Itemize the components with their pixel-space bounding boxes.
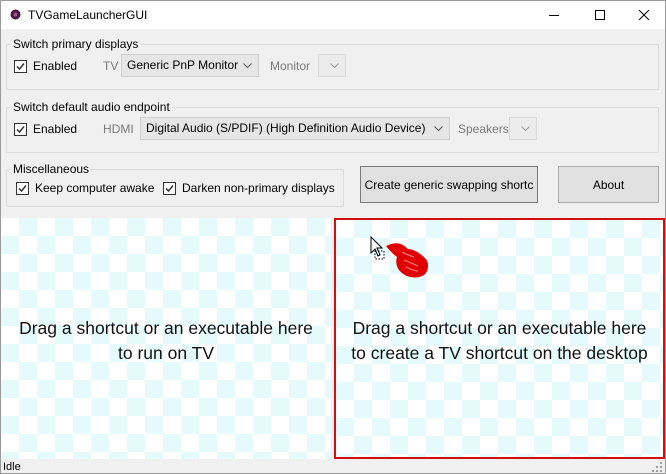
create-shortcut-instructions: Drag a shortcut or an executable here to…	[336, 316, 663, 366]
close-button[interactable]	[621, 1, 665, 29]
hdmi-audio-value: Digital Audio (S/PDIF) (High Definition …	[146, 121, 426, 135]
audio-enabled-checkbox[interactable]	[14, 123, 27, 136]
pointing-hand-icon	[386, 243, 429, 278]
monitor-label: Monitor	[270, 59, 311, 73]
darken-displays-label: Darken non-primary displays	[182, 181, 335, 195]
minimize-button[interactable]	[531, 1, 577, 29]
run-on-tv-instructions: Drag a shortcut or an executable here to…	[1, 316, 331, 366]
audio-enabled-label: Enabled	[33, 122, 78, 136]
close-icon	[639, 10, 649, 20]
chevron-down-icon	[243, 63, 252, 69]
hdmi-audio-select[interactable]: Digital Audio (S/PDIF) (High Definition …	[140, 117, 450, 140]
displays-enabled-label: Enabled	[33, 59, 78, 73]
tv-display-value: Generic PnP Monitor	[127, 58, 239, 72]
maximize-button[interactable]	[577, 1, 623, 29]
keep-awake-checkbox[interactable]	[16, 182, 29, 195]
speakers-label: Speakers	[458, 122, 509, 136]
window-title: TVGameLauncherGUI	[28, 8, 148, 22]
about-button[interactable]: About	[558, 166, 659, 203]
audio-group-label: Switch default audio endpoint	[11, 100, 172, 115]
checkmark-icon	[16, 63, 25, 71]
resize-grip-icon[interactable]	[652, 462, 663, 473]
status-bar: Idle	[1, 459, 665, 473]
checkmark-icon	[165, 185, 174, 193]
minimize-icon	[549, 15, 559, 16]
darken-displays-checkbox[interactable]	[163, 182, 176, 195]
displays-enabled-checkbox[interactable]	[14, 60, 27, 73]
gamepad-icon	[9, 8, 22, 21]
maximize-icon	[595, 10, 605, 20]
create-shortcut-button[interactable]: Create generic swapping shortc	[360, 166, 538, 203]
speakers-audio-select[interactable]	[509, 117, 537, 140]
title-bar[interactable]: TVGameLauncherGUI	[1, 1, 665, 29]
chevron-down-icon	[521, 126, 530, 132]
chevron-down-icon	[434, 126, 443, 132]
create-shortcut-line2: to create a TV shortcut on the desktop	[351, 343, 648, 363]
checkmark-icon	[18, 185, 27, 193]
checkmark-icon	[16, 126, 25, 134]
misc-group-label: Miscellaneous	[11, 162, 92, 177]
tv-label: TV	[103, 59, 119, 73]
tv-display-select[interactable]: Generic PnP Monitor	[121, 54, 259, 77]
run-on-tv-dropzone[interactable]: Drag a shortcut or an executable here to…	[1, 218, 331, 459]
displays-group-label: Switch primary displays	[11, 37, 141, 52]
main-window: TVGameLauncherGUI Switch primary display…	[0, 0, 666, 474]
monitor-display-select[interactable]	[318, 54, 346, 77]
keep-awake-label: Keep computer awake	[35, 181, 155, 195]
status-text: Idle	[3, 461, 21, 473]
run-on-tv-line2: to run on TV	[118, 343, 214, 363]
chevron-down-icon	[330, 63, 339, 69]
create-shortcut-line1: Drag a shortcut or an executable here	[352, 318, 647, 338]
run-on-tv-line1: Drag a shortcut or an executable here	[19, 318, 313, 338]
hdmi-label: HDMI	[103, 122, 134, 136]
